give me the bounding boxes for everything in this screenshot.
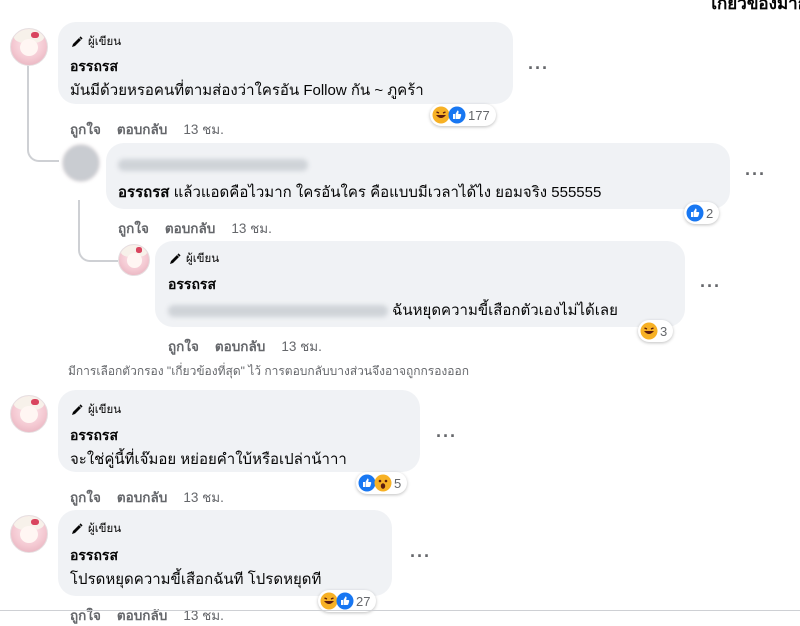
reply-button[interactable]: ตอบกลับ	[117, 122, 167, 137]
pen-icon	[72, 36, 83, 47]
like-button[interactable]: ถูกใจ	[70, 490, 101, 505]
avatar[interactable]	[10, 28, 48, 66]
more-options-icon[interactable]: ···	[528, 58, 549, 79]
reaction-count: 177	[468, 107, 490, 123]
pen-icon	[72, 404, 83, 415]
filter-label[interactable]: เกี่ยวข้องมาก	[711, 0, 800, 17]
reaction-count: 5	[394, 475, 402, 491]
reply-button[interactable]: ตอบกลับ	[215, 339, 265, 354]
more-options-icon[interactable]: ···	[745, 164, 766, 185]
reaction-count: 2	[706, 205, 714, 221]
pen-icon	[170, 253, 181, 264]
comment-actions: ถูกใจ ตอบกลับ 13 ชม.	[70, 118, 224, 140]
timestamp[interactable]: 13 ชม.	[231, 221, 272, 236]
author-badge: ผู้เขียน	[70, 33, 121, 51]
avatar[interactable]	[118, 244, 150, 276]
wow-icon	[374, 474, 392, 492]
reaction-count: 27	[356, 593, 371, 609]
mentioned-name[interactable]: อรรถรส	[118, 184, 169, 201]
more-options-icon[interactable]: ···	[410, 546, 431, 567]
pen-icon	[72, 523, 83, 534]
haha-icon	[640, 322, 658, 340]
timestamp[interactable]: 13 ชม.	[183, 490, 224, 505]
author-badge-label: ผู้เขียน	[88, 523, 122, 535]
more-options-icon[interactable]: ···	[700, 276, 721, 297]
comment-body: ฉันหยุดความขี้เสือกตัวเองไม่ได้เลย	[392, 302, 618, 319]
author-badge: ผู้เขียน	[168, 250, 219, 268]
like-button[interactable]: ถูกใจ	[118, 221, 149, 236]
filter-notice: มีการเลือกตัวกรอง "เกี่ยวข้องที่สุด" ไว้…	[68, 364, 469, 378]
timestamp[interactable]: 13 ชม.	[281, 339, 322, 354]
avatar[interactable]	[10, 395, 48, 433]
author-badge-label: ผู้เขียน	[88, 36, 122, 48]
name-redacted	[118, 156, 308, 174]
comment-actions: ถูกใจ ตอบกลับ 13 ชม.	[168, 335, 322, 357]
thread-line	[78, 200, 118, 262]
like-icon	[336, 592, 354, 610]
comment-text: โปรดหยุดความขี้เสือกฉันที โปรดหยุดที	[70, 571, 322, 588]
reply-button[interactable]: ตอบกลับ	[165, 221, 215, 236]
author-badge-label: ผู้เขียน	[186, 253, 220, 265]
reaction-count: 3	[660, 323, 668, 339]
comment-actions: ถูกใจ ตอบกลับ 13 ชม.	[118, 217, 272, 239]
author-badge-label: ผู้เขียน	[88, 404, 122, 416]
mention-redacted	[168, 305, 388, 318]
comment-actions: ถูกใจ ตอบกลับ 13 ชม.	[70, 486, 224, 508]
comment-body: แล้วแอดคือไวมาก ใครอันใคร คือแบบมีเวลาได…	[173, 184, 602, 201]
comment-text: มันมีด้วยหรอคนที่ตามส่องว่าใครอัน Follow…	[70, 82, 424, 99]
reply-button[interactable]: ตอบกลับ	[117, 490, 167, 505]
like-button[interactable]: ถูกใจ	[168, 339, 199, 354]
avatar-blurred[interactable]	[62, 144, 100, 182]
commenter-name[interactable]: อรรถรส	[70, 56, 118, 78]
comment-text: จะใช่คู่นี้ที่เจ๊มอย หย่อยคำใบ้หรือเปล่า…	[70, 451, 347, 468]
commenter-name[interactable]: อรรถรส	[168, 274, 216, 296]
commenter-name[interactable]: อรรถรส	[70, 545, 118, 567]
author-badge: ผู้เขียน	[70, 520, 121, 538]
like-icon	[448, 106, 466, 124]
reaction-summary[interactable]: 2	[684, 202, 720, 224]
reaction-summary[interactable]: 5	[356, 472, 408, 494]
like-icon	[686, 204, 704, 222]
avatar[interactable]	[10, 515, 48, 553]
reaction-summary[interactable]: 3	[638, 320, 674, 342]
thread-line	[27, 60, 59, 162]
commenter-name[interactable]: อรรถรส	[70, 425, 118, 447]
more-options-icon[interactable]: ···	[436, 426, 457, 447]
like-button[interactable]: ถูกใจ	[70, 122, 101, 137]
timestamp[interactable]: 13 ชม.	[183, 122, 224, 137]
comment-actions: ถูกใจ ตอบกลับ 13 ชม.	[70, 604, 224, 626]
comment-text: อรรถรส แล้วแอดคือไวมาก ใครอันใคร คือแบบม…	[118, 180, 601, 204]
reaction-summary[interactable]: 177	[430, 104, 496, 126]
divider	[0, 610, 800, 611]
reaction-summary[interactable]: 27	[318, 590, 377, 612]
author-badge: ผู้เขียน	[70, 401, 121, 419]
comment-text: ฉันหยุดความขี้เสือกตัวเองไม่ได้เลย	[168, 298, 618, 322]
